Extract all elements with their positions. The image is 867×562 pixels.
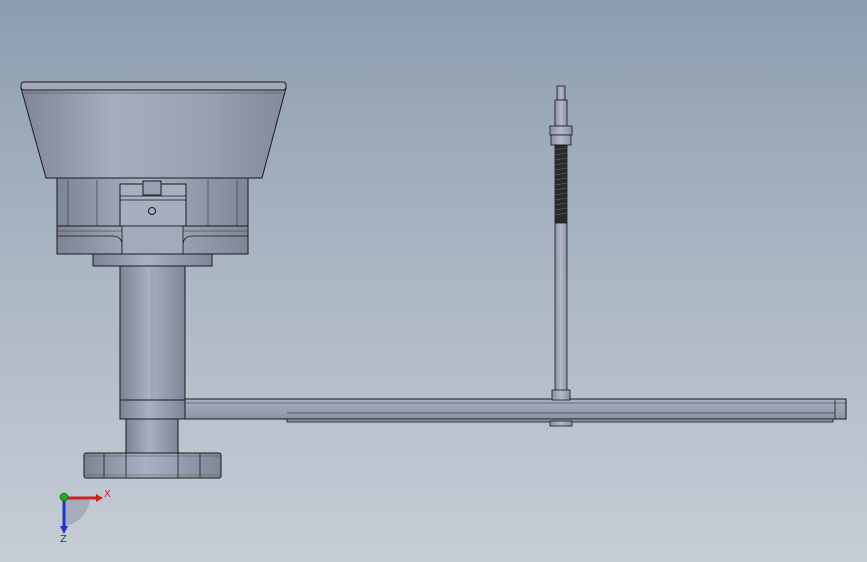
scale-ticks	[287, 404, 835, 413]
z-axis-head	[60, 526, 68, 534]
probe-rod	[549, 85, 573, 427]
column	[119, 265, 186, 401]
x-axis-head	[96, 494, 103, 502]
knob	[83, 418, 222, 479]
y-axis-dot	[59, 492, 69, 502]
cone-head	[20, 81, 287, 179]
view-triad[interactable]: X Z	[59, 489, 111, 545]
z-axis-label: Z	[60, 534, 67, 545]
triad-shadow	[64, 498, 90, 526]
scale-arm	[119, 398, 847, 423]
clamp-body	[56, 177, 249, 267]
x-axis-label: X	[104, 489, 111, 500]
cad-viewport[interactable]: X Z	[0, 0, 867, 562]
cad-model: X Z	[20, 81, 847, 545]
